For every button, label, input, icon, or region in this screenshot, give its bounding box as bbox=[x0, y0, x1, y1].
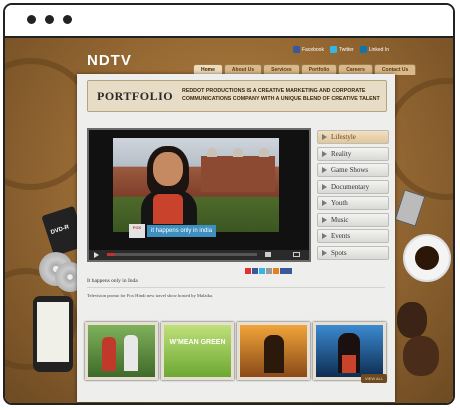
arrow-right-icon bbox=[322, 183, 327, 190]
divider bbox=[87, 287, 385, 288]
video-thumbnail[interactable] bbox=[237, 322, 310, 380]
view-all-button[interactable]: VIEW ALL bbox=[361, 374, 387, 383]
arrow-right-icon bbox=[322, 134, 327, 140]
video-player[interactable]: FOX it happens only in india bbox=[87, 128, 311, 262]
coffee-cup-decoration bbox=[403, 234, 451, 282]
video-progress-fill bbox=[107, 253, 115, 256]
linkedin-icon bbox=[359, 46, 367, 53]
twitter-link[interactable]: Twitter bbox=[329, 46, 354, 53]
play-icon[interactable] bbox=[94, 252, 99, 258]
fox-logo: FOX bbox=[129, 224, 145, 238]
arrow-right-icon bbox=[322, 150, 327, 157]
share-bar bbox=[245, 268, 292, 274]
person-decoration bbox=[397, 302, 427, 338]
video-progress-bar[interactable] bbox=[107, 253, 257, 256]
arrow-right-icon bbox=[322, 249, 327, 256]
category-menu: Lifestyle Reality Game Shows Documentary… bbox=[317, 130, 389, 262]
phone-decoration bbox=[33, 296, 73, 372]
browser-window: NDTV Facebook Twitter Linked In Home Abo… bbox=[3, 3, 455, 405]
volume-icon[interactable] bbox=[265, 252, 271, 257]
linkedin-link[interactable]: Linked In bbox=[359, 46, 389, 53]
calculator-decoration bbox=[394, 189, 426, 227]
facebook-share-icon[interactable] bbox=[252, 268, 258, 274]
like-button[interactable] bbox=[280, 268, 292, 274]
menu-item-reality[interactable]: Reality bbox=[317, 146, 389, 161]
social-links: Facebook Twitter Linked In bbox=[293, 46, 389, 53]
phone-screen bbox=[37, 302, 69, 362]
menu-item-youth[interactable]: Youth bbox=[317, 196, 389, 210]
ndtv-logo[interactable]: NDTV bbox=[87, 52, 132, 69]
person-decoration bbox=[403, 336, 439, 376]
background-swirl bbox=[385, 78, 453, 200]
video-thumbnail[interactable] bbox=[85, 322, 158, 380]
coffee bbox=[415, 246, 439, 270]
window-maximize-dot[interactable] bbox=[63, 15, 72, 24]
menu-item-events[interactable]: Events bbox=[317, 229, 389, 243]
fullscreen-icon[interactable] bbox=[293, 252, 300, 257]
facebook-icon bbox=[293, 46, 300, 53]
menu-item-lifestyle[interactable]: Lifestyle bbox=[317, 130, 389, 144]
facebook-link[interactable]: Facebook bbox=[293, 46, 324, 53]
portfolio-banner: PORTFOLIO REDDOT PRODUCTIONS IS A CREATI… bbox=[87, 80, 387, 112]
menu-item-game-shows[interactable]: Game Shows bbox=[317, 163, 389, 177]
twitter-icon bbox=[329, 46, 337, 53]
window-close-dot[interactable] bbox=[27, 15, 36, 24]
thumbnail-label: W’MEAN GREEN bbox=[169, 339, 226, 346]
page-title: PORTFOLIO bbox=[97, 89, 174, 103]
menu-item-documentary[interactable]: Documentary bbox=[317, 179, 389, 194]
website-page: NDTV Facebook Twitter Linked In Home Abo… bbox=[5, 38, 453, 403]
content-paper: PORTFOLIO REDDOT PRODUCTIONS IS A CREATI… bbox=[77, 74, 395, 402]
video-fort-scene bbox=[201, 148, 275, 192]
video-caption: it happens only in india bbox=[147, 225, 217, 237]
video-title: It happens only in Inda bbox=[87, 278, 138, 284]
video-controls bbox=[89, 250, 309, 260]
arrow-right-icon bbox=[322, 216, 327, 223]
arrow-right-icon bbox=[322, 200, 327, 206]
more-share-icon[interactable] bbox=[273, 268, 279, 274]
window-titlebar bbox=[5, 5, 453, 38]
twitter-share-icon[interactable] bbox=[259, 268, 265, 274]
share-icon[interactable] bbox=[245, 268, 251, 274]
video-thumbnail[interactable] bbox=[313, 322, 386, 380]
email-share-icon[interactable] bbox=[266, 268, 272, 274]
menu-item-music[interactable]: Music bbox=[317, 212, 389, 227]
arrow-right-icon bbox=[322, 167, 327, 173]
window-minimize-dot[interactable] bbox=[45, 15, 54, 24]
arrow-right-icon bbox=[322, 233, 327, 239]
video-description: Television promo for Fox Hindi new trave… bbox=[87, 293, 214, 298]
menu-item-spots[interactable]: Spots bbox=[317, 245, 389, 260]
video-screen[interactable] bbox=[113, 138, 279, 232]
video-thumbnail[interactable]: W’MEAN GREEN bbox=[161, 322, 234, 380]
banner-tagline: REDDOT PRODUCTIONS IS A CREATIVE MARKETI… bbox=[182, 88, 380, 102]
